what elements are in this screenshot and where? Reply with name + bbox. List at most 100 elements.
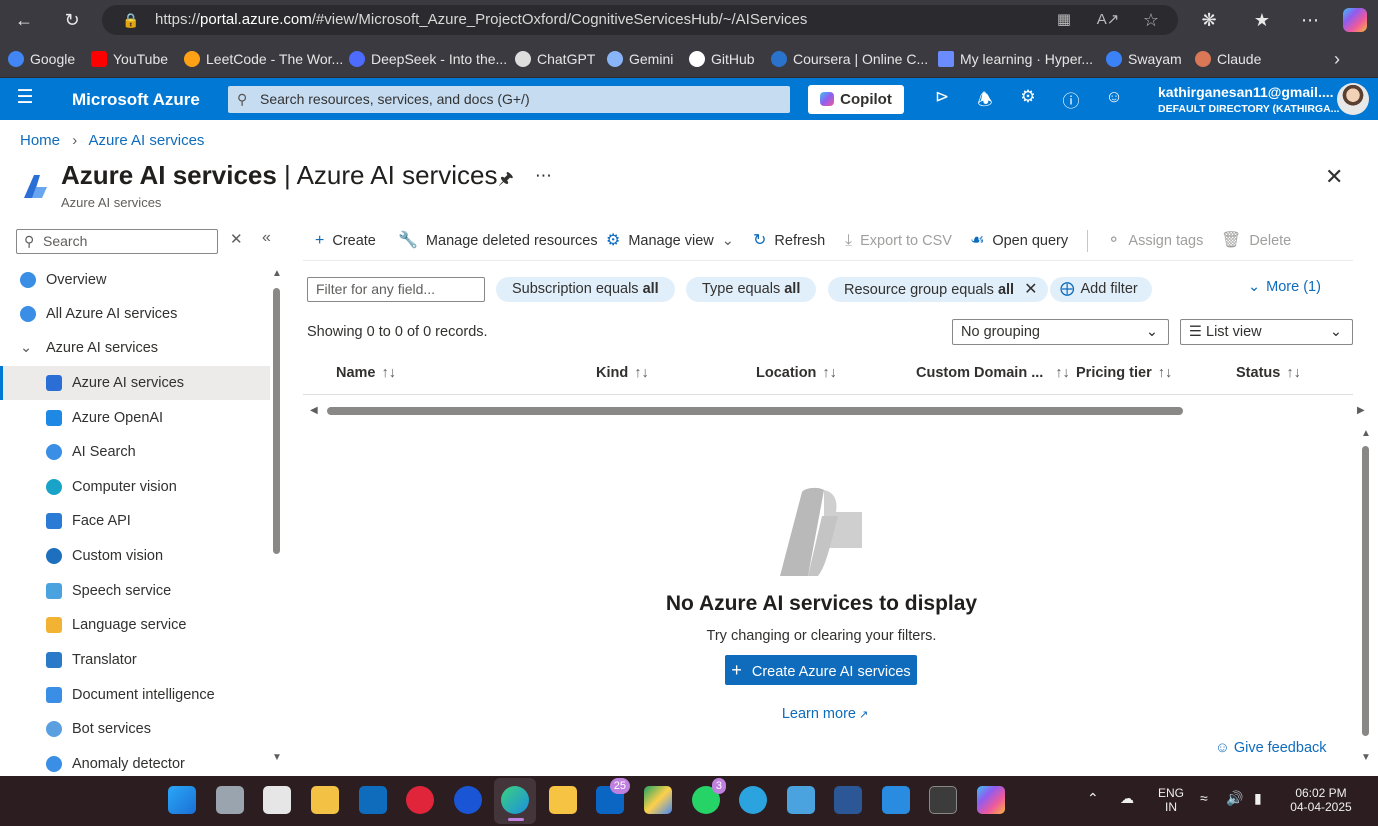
azure-brand[interactable]: Microsoft Azure: [72, 90, 200, 110]
sidebar-item-custom-vision[interactable]: Custom vision: [0, 539, 270, 573]
linkedin-icon[interactable]: 25: [596, 778, 630, 814]
coursera-app-icon[interactable]: [454, 786, 482, 814]
scroll-up-icon[interactable]: ▲: [1361, 428, 1371, 439]
horizontal-scrollbar[interactable]: [327, 407, 1183, 415]
outlook-icon[interactable]: [359, 786, 387, 814]
subscription-filter-pill[interactable]: Subscription equals all: [496, 277, 675, 302]
close-blade-icon[interactable]: ✕: [1325, 164, 1343, 190]
sidebar-group-azure-ai-services[interactable]: ⌄ Azure AI services: [0, 331, 270, 365]
breadcrumb-current[interactable]: Azure AI services: [89, 132, 205, 149]
app-view-icon[interactable]: ▦: [1048, 0, 1080, 40]
bookmark-chatgpt[interactable]: ChatGPT: [515, 40, 595, 78]
sidebar-item-document-intelligence[interactable]: Document intelligence: [0, 678, 270, 712]
music-player-icon[interactable]: [406, 786, 434, 814]
scroll-down-icon[interactable]: ▼: [1361, 752, 1371, 763]
manage-view-button[interactable]: ⚙ Manage view ⌄: [606, 229, 734, 253]
sidebar-scroll-down-icon[interactable]: ▼: [272, 752, 282, 763]
account-directory[interactable]: DEFAULT DIRECTORY (KATHIRGA...: [1158, 103, 1339, 115]
bookmark-google[interactable]: Google: [8, 40, 75, 78]
sidebar-scrollbar[interactable]: [273, 288, 280, 554]
sidebar-item-computer-vision[interactable]: Computer vision: [0, 470, 270, 504]
column-header-custom-domain[interactable]: Custom Domain ... ↑↓: [916, 365, 1070, 381]
create-azure-ai-services-button[interactable]: + Create Azure AI services: [725, 655, 917, 685]
reload-icon[interactable]: ↻: [56, 0, 88, 40]
remove-filter-icon[interactable]: ✕: [1024, 281, 1037, 298]
microsoft-store-icon[interactable]: [263, 786, 291, 814]
sidebar-search-input[interactable]: ⚲ Search: [16, 229, 218, 254]
google-drive-icon[interactable]: [644, 786, 672, 814]
address-bar[interactable]: 🔒 https://portal.azure.com/#view/Microso…: [102, 5, 1178, 35]
column-header-kind[interactable]: Kind ↑↓: [596, 365, 649, 381]
vscode-icon[interactable]: [882, 786, 910, 814]
bookmark-github[interactable]: GitHub: [689, 40, 755, 78]
grouping-dropdown[interactable]: No grouping ⌄: [952, 319, 1169, 345]
avatar[interactable]: [1337, 83, 1369, 115]
learn-more-link[interactable]: Learn more ↗: [760, 706, 890, 722]
read-aloud-icon[interactable]: A↗: [1092, 0, 1124, 40]
column-header-name[interactable]: Name ↑↓: [336, 365, 396, 381]
bookmark-hyperskill[interactable]: My learning · Hyper...: [938, 40, 1093, 78]
add-filter-button[interactable]: ⨁ Add filter: [1050, 277, 1152, 302]
word-icon[interactable]: [834, 786, 862, 814]
column-header-status[interactable]: Status ↑↓: [1236, 365, 1301, 381]
column-header-pricing-tier[interactable]: Pricing tier ↑↓: [1076, 365, 1172, 381]
clock[interactable]: 06:02 PM 04-04-2025: [1286, 786, 1356, 814]
give-feedback-link[interactable]: ☺ Give feedback: [1215, 740, 1327, 756]
column-header-location[interactable]: Location ↑↓: [756, 365, 837, 381]
edge-browser-icon[interactable]: [501, 786, 529, 814]
sidebar-item-bot-services[interactable]: Bot services: [0, 712, 270, 746]
account-email[interactable]: kathirganesan11@gmail....: [1158, 84, 1334, 100]
bookmark-deepseek[interactable]: DeepSeek - Into the...: [349, 40, 507, 78]
copilot-button[interactable]: Copilot: [808, 85, 904, 114]
sidebar-item-face-api[interactable]: Face API: [0, 504, 270, 538]
windows-start-icon[interactable]: [168, 786, 196, 814]
more-filters-link[interactable]: ⌄ More (1): [1248, 279, 1321, 295]
tray-overflow-chevron-icon[interactable]: ⌃: [1087, 790, 1099, 807]
power-bi-icon[interactable]: [549, 786, 577, 814]
open-query-button[interactable]: ☙ Open query: [970, 229, 1068, 253]
bookmark-swayam[interactable]: Swayam: [1106, 40, 1182, 78]
extensions-icon[interactable]: ❋: [1193, 0, 1225, 40]
notepad-icon[interactable]: [787, 786, 815, 814]
delete-button[interactable]: 🗑 Delete: [1221, 229, 1291, 253]
bookmark-leetcode[interactable]: LeetCode - The Wor...: [184, 40, 343, 78]
export-csv-button[interactable]: ⤓ Export to CSV: [845, 229, 952, 253]
onedrive-cloud-icon[interactable]: ☁: [1120, 790, 1134, 807]
breadcrumb-home[interactable]: Home: [20, 132, 60, 149]
whatsapp-icon[interactable]: 3: [692, 778, 726, 814]
hamburger-menu-icon[interactable]: ☰: [12, 86, 38, 109]
filter-any-field-input[interactable]: Filter for any field...: [307, 277, 485, 302]
vertical-scrollbar[interactable]: [1362, 446, 1369, 736]
global-search-input[interactable]: ⚲ Search resources, services, and docs (…: [228, 86, 790, 113]
feedback-person-icon[interactable]: ☺: [1101, 87, 1127, 107]
sidebar-item-all-services[interactable]: All Azure AI services: [0, 297, 270, 331]
telegram-icon[interactable]: [739, 786, 767, 814]
sidebar-item-speech-service[interactable]: Speech service: [0, 574, 270, 608]
bookmark-gemini[interactable]: Gemini: [607, 40, 673, 78]
settings-gear-icon[interactable]: ⚙: [1015, 87, 1041, 107]
sidebar-item-anomaly-detector[interactable]: Anomaly detector: [0, 747, 270, 772]
sidebar-item-ai-search[interactable]: AI Search: [0, 435, 270, 469]
scroll-left-icon[interactable]: ◀: [310, 405, 318, 416]
manage-deleted-button[interactable]: 🔧 Manage deleted resources: [398, 229, 598, 253]
sidebar-item-azure-openai[interactable]: Azure OpenAI: [0, 401, 270, 435]
more-actions-icon[interactable]: ⋯: [535, 166, 552, 186]
cloud-shell-icon[interactable]: ⊳: [929, 87, 955, 107]
assign-tags-button[interactable]: ⚬ Assign tags: [1107, 229, 1203, 253]
copilot-browser-icon[interactable]: [1343, 8, 1367, 32]
terminal-icon[interactable]: [929, 786, 957, 814]
copilot-app-icon[interactable]: [977, 786, 1005, 814]
bookmark-youtube[interactable]: YouTube: [91, 40, 168, 78]
favorite-star-icon[interactable]: ☆: [1135, 0, 1167, 40]
bookmarks-overflow-chevron-icon[interactable]: ›: [1334, 40, 1340, 78]
language-indicator[interactable]: ENG IN: [1155, 786, 1187, 814]
collapse-sidebar-icon[interactable]: «: [262, 229, 271, 247]
clear-search-icon[interactable]: ✕: [230, 230, 243, 248]
sidebar-item-overview[interactable]: Overview: [0, 263, 270, 297]
resource-group-filter-pill[interactable]: Resource group equals all ✕: [828, 277, 1048, 302]
notifications-bell-icon[interactable]: 🕭: [972, 87, 998, 116]
bookmark-claude[interactable]: Claude: [1195, 40, 1261, 78]
back-icon[interactable]: ←: [8, 0, 40, 40]
sidebar-item-language-service[interactable]: Language service: [0, 608, 270, 642]
sidebar-scroll-up-icon[interactable]: ▲: [272, 268, 282, 279]
